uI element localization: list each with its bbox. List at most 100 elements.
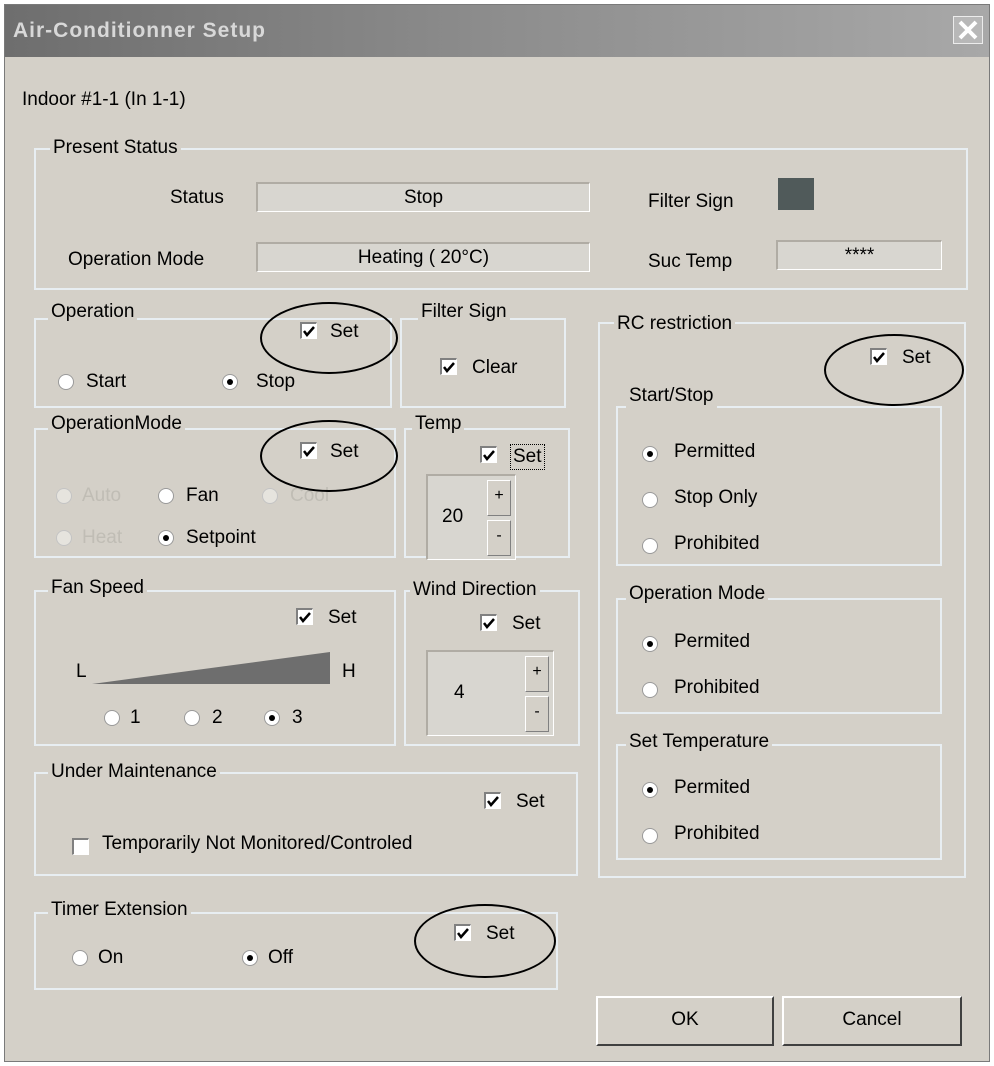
wind-direction-value: 4 [454,682,465,703]
operation-stop-label: Stop [256,371,296,392]
fan-speed-slider[interactable] [92,650,332,686]
under-maintenance-group [34,772,578,876]
rc-operation-mode-legend: Operation Mode [626,582,769,606]
start-stop-permitted-label: Permitted [674,441,756,462]
timer-extension-legend: Timer Extension [48,898,191,922]
checkmark-icon [487,796,499,807]
start-stop-prohibited-label: Prohibited [674,533,760,554]
unit-label: Indoor #1-1 (In 1-1) [22,89,186,110]
timer-on-radio[interactable] [72,950,88,966]
rc-set-temperature-permitted-label: Permited [674,777,751,798]
operation-mode-label: Operation Mode [68,249,205,270]
checkmark-icon [443,362,455,373]
rc-operation-mode-permitted-radio[interactable] [642,636,658,652]
cancel-button[interactable]: Cancel [782,996,962,1046]
under-maintenance-legend: Under Maintenance [48,760,220,784]
wind-direction-legend: Wind Direction [410,578,540,602]
fan-speed-low-label: L [76,661,87,682]
wind-direction-spin-field[interactable]: 4 + - [426,650,554,736]
under-maintenance-set-checkbox[interactable] [484,792,501,809]
ok-button[interactable]: OK [596,996,774,1046]
mode-cool-radio[interactable] [262,488,278,504]
suc-temp-field: **** [776,240,942,270]
status-field: Stop [256,182,590,212]
fan-speed-set-checkbox[interactable] [296,608,313,625]
mode-setpoint-radio[interactable] [158,530,174,546]
start-stop-stop-only-label: Stop Only [674,487,758,508]
mode-heat-radio[interactable] [56,530,72,546]
present-status-legend: Present Status [50,136,181,160]
temp-spin-field[interactable]: 20 + - [426,474,516,560]
checkmark-icon [483,618,495,629]
wind-direction-set-checkbox[interactable] [480,614,497,631]
under-maintenance-set-label: Set [516,791,545,812]
temp-value: 20 [442,506,464,527]
fan-speed-1-label: 1 [130,707,141,728]
rc-set-temperature-prohibited-label: Prohibited [674,823,760,844]
operation-mode-group-legend: OperationMode [48,412,185,436]
wind-direction-increment-button[interactable]: + [525,656,549,692]
not-monitored-checkbox[interactable] [72,838,89,855]
wind-direction-set-label: Set [512,613,541,634]
operation-mode-field: Heating ( 20°C) [256,242,590,272]
rc-operation-mode-permitted-label: Permited [674,631,751,652]
temp-increment-button[interactable]: + [487,480,511,516]
highlight-ellipse [260,302,398,374]
operation-start-radio[interactable] [58,374,74,390]
start-stop-group [616,406,942,566]
filter-clear-checkbox[interactable] [440,358,457,375]
timer-off-label: Off [268,947,293,968]
rc-operation-mode-group [616,598,942,714]
temp-decrement-button[interactable]: - [487,520,511,556]
mode-heat-label: Heat [82,527,123,548]
rc-operation-mode-prohibited-radio[interactable] [642,682,658,698]
mode-auto-radio[interactable] [56,488,72,504]
rc-set-temperature-prohibited-radio[interactable] [642,828,658,844]
filter-clear-label: Clear [472,357,518,378]
highlight-ellipse [414,904,556,978]
status-label: Status [170,187,224,208]
fan-speed-1-radio[interactable] [104,710,120,726]
highlight-ellipse [824,334,964,406]
title-bar[interactable]: Air-Conditionner Setup [5,5,989,57]
rc-set-temperature-group [616,744,942,860]
fan-speed-2-label: 2 [212,707,223,728]
fan-speed-legend: Fan Speed [48,576,147,600]
mode-fan-radio[interactable] [158,488,174,504]
highlight-ellipse [260,420,398,492]
rc-set-temperature-legend: Set Temperature [626,730,773,754]
filter-sign-label: Filter Sign [648,191,734,212]
filter-sign-indicator [778,178,814,210]
operation-legend: Operation [48,300,138,324]
mode-auto-label: Auto [82,485,122,506]
mode-setpoint-label: Setpoint [186,527,256,548]
fan-speed-2-radio[interactable] [184,710,200,726]
fan-speed-high-label: H [342,661,356,682]
fan-speed-3-label: 3 [292,707,303,728]
timer-off-radio[interactable] [242,950,258,966]
rc-restriction-legend: RC restriction [614,312,736,336]
operation-start-label: Start [86,371,127,392]
close-button[interactable] [953,16,983,44]
mode-fan-label: Fan [186,485,219,506]
temp-legend: Temp [412,412,465,436]
fan-speed-3-radio[interactable] [264,710,280,726]
start-stop-permitted-radio[interactable] [642,446,658,462]
operation-stop-radio[interactable] [222,374,238,390]
suc-temp-label: Suc Temp [648,251,733,272]
window-title: Air-Conditionner Setup [13,19,266,42]
timer-on-label: On [98,947,124,968]
not-monitored-label: Temporarily Not Monitored/Controled [102,833,413,854]
checkmark-icon [483,450,495,461]
wind-direction-decrement-button[interactable]: - [525,696,549,732]
rc-set-temperature-permitted-radio[interactable] [642,782,658,798]
close-icon [958,20,978,40]
fan-speed-set-label: Set [328,607,357,628]
start-stop-stop-only-radio[interactable] [642,492,658,508]
temp-set-label: Set [510,444,545,470]
temp-set-checkbox[interactable] [480,446,497,463]
rc-operation-mode-prohibited-label: Prohibited [674,677,760,698]
start-stop-legend: Start/Stop [626,384,717,408]
checkmark-icon [299,612,311,623]
start-stop-prohibited-radio[interactable] [642,538,658,554]
